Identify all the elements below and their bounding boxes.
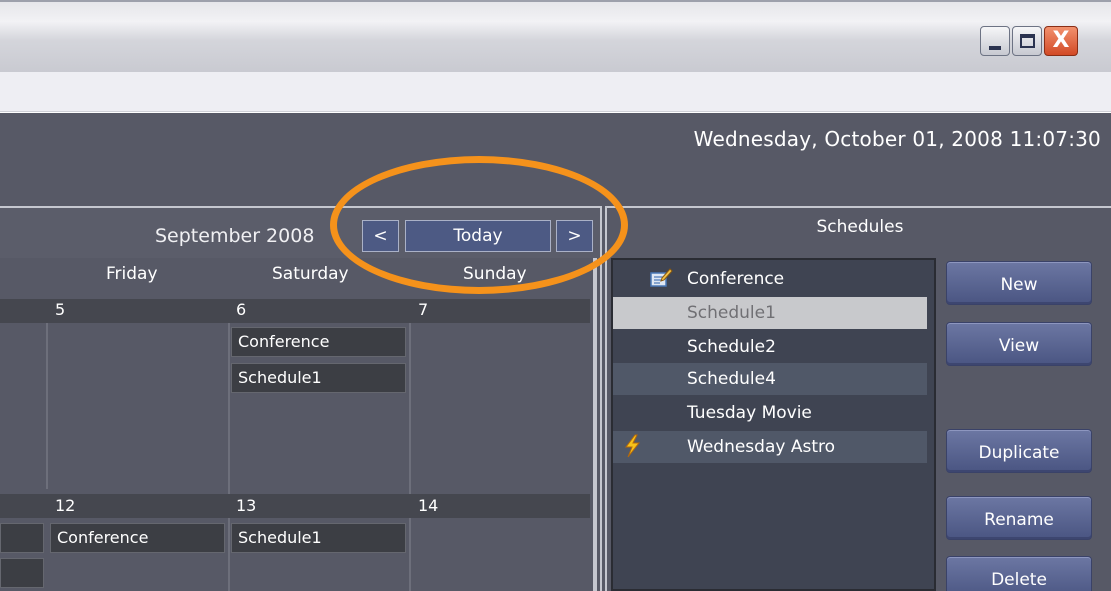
close-icon: X — [1052, 28, 1070, 53]
schedule-item-schedule4[interactable]: Schedule4 — [613, 363, 927, 395]
next-month-button[interactable]: > — [556, 220, 593, 252]
calendar-event[interactable]: Schedule1 — [231, 363, 406, 393]
maximize-button[interactable] — [1012, 26, 1042, 56]
schedule-item-label: Wednesday Astro — [687, 437, 835, 457]
day-number[interactable]: 7 — [418, 300, 428, 319]
calendar-event[interactable]: Conference — [231, 327, 406, 357]
calendar-event[interactable] — [0, 558, 44, 588]
day-number[interactable]: 6 — [236, 300, 246, 319]
maximize-icon — [1020, 34, 1035, 48]
schedule-item-conference[interactable]: Conference — [613, 263, 927, 295]
day-number[interactable]: 12 — [55, 496, 75, 515]
day-number[interactable]: 14 — [418, 496, 438, 515]
schedule-item-label: Schedule2 — [687, 337, 776, 357]
new-button[interactable]: New — [946, 261, 1092, 305]
calendar-event[interactable] — [0, 523, 44, 553]
day-name-friday: Friday — [106, 264, 158, 284]
lightning-icon — [621, 434, 645, 458]
schedule-item-tuesday-movie[interactable]: Tuesday Movie — [613, 397, 927, 429]
schedule-item-label: Tuesday Movie — [687, 403, 812, 423]
column-separator — [228, 299, 230, 591]
day-number[interactable]: 13 — [236, 496, 256, 515]
month-label: September 2008 — [155, 225, 315, 247]
column-separator — [46, 299, 48, 489]
day-name-saturday: Saturday — [272, 264, 349, 284]
schedules-title: Schedules — [816, 217, 904, 237]
week-number-row — [0, 494, 590, 518]
schedule-item-wednesday-astro[interactable]: Wednesday Astro — [613, 431, 927, 463]
rename-button[interactable]: Rename — [946, 496, 1092, 540]
previous-month-button[interactable]: < — [362, 220, 399, 252]
delete-button[interactable]: Delete — [946, 556, 1092, 591]
minimize-button[interactable] — [980, 26, 1010, 56]
schedule-item-schedule2[interactable]: Schedule2 — [613, 331, 927, 363]
schedule-item-label: Schedule4 — [687, 369, 776, 389]
calendar-event[interactable]: Conference — [50, 523, 225, 553]
schedule-item-schedule1[interactable]: Schedule1 — [613, 297, 927, 329]
day-number[interactable]: 5 — [55, 300, 65, 319]
column-separator — [409, 299, 411, 591]
minimize-icon — [989, 46, 1001, 50]
schedule-item-label: Schedule1 — [687, 303, 776, 323]
week-number-row — [0, 299, 590, 323]
window-title-bar: X — [0, 0, 1111, 72]
day-name-sunday: Sunday — [463, 264, 527, 284]
duplicate-button[interactable]: Duplicate — [946, 429, 1092, 473]
view-button[interactable]: View — [946, 322, 1092, 366]
menu-bar — [0, 72, 1111, 112]
current-datetime: Wednesday, October 01, 2008 11:07:30 — [693, 127, 1101, 151]
calendar-event[interactable]: Schedule1 — [231, 523, 406, 553]
close-button[interactable]: X — [1044, 26, 1078, 56]
schedule-item-label: Conference — [687, 269, 785, 289]
today-button[interactable]: Today — [405, 220, 551, 252]
edit-icon — [649, 266, 673, 290]
